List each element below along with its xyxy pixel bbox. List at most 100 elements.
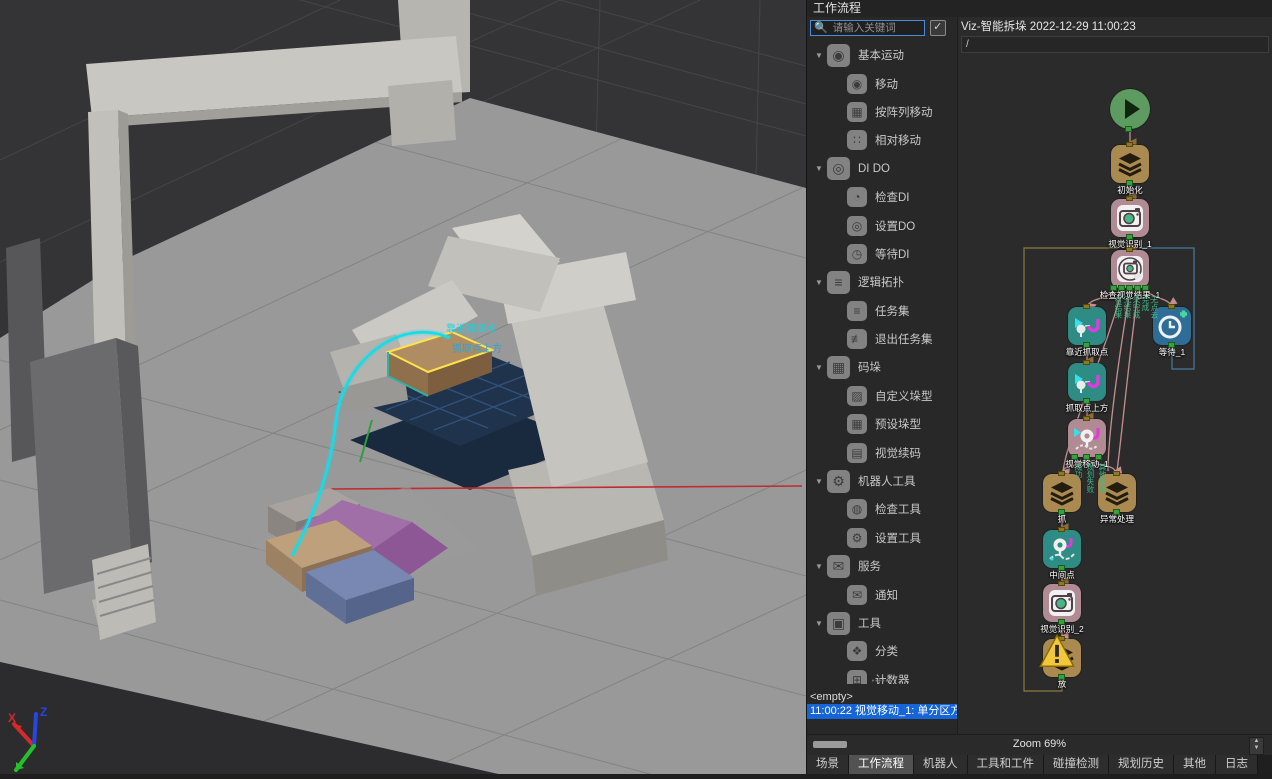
input-port[interactable]	[1126, 247, 1133, 252]
layers-icon: ≡	[847, 301, 867, 321]
tree-item-设置工具[interactable]: ⚙设置工具	[807, 524, 951, 552]
tree-item-预设垛型[interactable]: ▦ 预设垛型	[807, 410, 951, 438]
preset-pallet-icon: ▦	[847, 414, 867, 434]
flow-node-start[interactable]	[1110, 89, 1150, 129]
tree-item-检查DI[interactable]: ◔检查DI	[807, 183, 951, 211]
pin-grid-icon: ▦	[847, 102, 867, 122]
tab-日志[interactable]: 日志	[1216, 755, 1258, 774]
flow-editor[interactable]: Viz-智能拆垛 2022-12-29 11:00:23 /	[957, 17, 1272, 735]
tree-item-label: 通知	[875, 587, 898, 603]
tree-item-码垛[interactable]: ▼▦码垛	[807, 353, 951, 381]
edge-label: 成功	[1074, 463, 1083, 478]
tab-工作流程[interactable]: 工作流程	[849, 755, 914, 774]
flow-node-label: 等待_1	[1112, 346, 1232, 358]
collapse-arrow-icon[interactable]: ▼	[815, 278, 827, 287]
tree-item-检查工具[interactable]: ◍ 检查工具	[807, 495, 951, 523]
input-port[interactable]	[1126, 196, 1133, 201]
flow-node-初始化[interactable]: 初始化	[1111, 145, 1149, 183]
search-icon: 🔍	[814, 23, 828, 34]
tree-item-label: 基本运动	[858, 47, 904, 63]
tree-item-移动[interactable]: ◉移动	[807, 69, 951, 97]
tab-场景[interactable]: 场景	[807, 755, 849, 774]
zoom-label: Zoom 69%	[807, 738, 1272, 750]
flow-node-抓取点上方[interactable]: 抓取点上方	[1068, 363, 1106, 401]
workflow-tree: ▼◉基本运动◉移动▦按阵列移动∷相对移动▼◎DI DO◔检查DI◎设置DO◷等待…	[807, 41, 951, 684]
axis-x-label: X	[8, 711, 16, 725]
panel-splitter[interactable]: ••••••	[807, 680, 957, 686]
tab-其他[interactable]: 其他	[1174, 755, 1216, 774]
tree-item-逻辑拓扑[interactable]: ▼≡逻辑拓扑	[807, 268, 951, 296]
zoom-spinner[interactable]: ▲ ▼	[1249, 737, 1264, 755]
flow-node-检查视觉结果_1[interactable]: 检查视觉结果_1	[1111, 250, 1149, 288]
tab-工具和工件[interactable]: 工具和工件	[968, 755, 1045, 774]
tree-item-label: 机器人工具	[858, 473, 916, 489]
input-port[interactable]	[1083, 360, 1090, 365]
flow-node-中间点[interactable]: 中间点	[1043, 530, 1081, 568]
tool-check-icon: ◍	[847, 499, 867, 519]
tree-item-退出任务集[interactable]: ≢退出任务集	[807, 325, 951, 353]
tree-item-通知[interactable]: ✉通知	[807, 580, 951, 608]
output-port[interactable]	[1125, 126, 1132, 132]
tree-item-label: 设置DO	[875, 218, 915, 234]
input-port[interactable]	[1168, 304, 1175, 309]
flow-canvas[interactable]: 初始化视觉识别_1检查视觉结果_1靠近抓取点等待_1抓取点上方视觉移动_1抓异常…	[958, 17, 1272, 735]
pin-icon: ◉	[827, 44, 850, 67]
tree-item-label: 分类	[875, 643, 898, 659]
tree-item-服务[interactable]: ▼✉ 服务	[807, 552, 951, 580]
input-port[interactable]	[1058, 527, 1065, 532]
input-port[interactable]	[1083, 416, 1090, 421]
tab-规划历史[interactable]: 规划历史	[1109, 755, 1174, 774]
collapse-arrow-icon[interactable]: ▼	[815, 164, 827, 173]
input-port[interactable]	[1058, 581, 1065, 586]
tab-碰撞检测[interactable]: 碰撞检测	[1044, 755, 1109, 774]
collapse-arrow-icon[interactable]: ▼	[815, 477, 827, 486]
tree-item-视觉续码[interactable]: ▤视觉续码	[807, 438, 951, 466]
tree-item-label: 工具	[858, 615, 881, 631]
tree-item-相对移动[interactable]: ∷相对移动	[807, 126, 951, 154]
tab-机器人[interactable]: 机器人	[914, 755, 968, 774]
tree-item-工具[interactable]: ▼▣工具	[807, 609, 951, 637]
tree-item-设置DO[interactable]: ◎设置DO	[807, 211, 951, 239]
panel-title: 工作流程	[807, 0, 1272, 18]
search-box[interactable]: 🔍	[810, 20, 925, 36]
tree-item-基本运动[interactable]: ▼◉ 基本运动	[807, 41, 951, 69]
input-port[interactable]	[1058, 471, 1065, 476]
3d-viewport[interactable]: 靠近抓取点 抓取点上方 X Z	[0, 0, 806, 774]
collapse-arrow-icon[interactable]: ▼	[815, 562, 827, 571]
collapse-arrow-icon[interactable]: ▼	[815, 51, 827, 60]
flow-node-视觉识别_1[interactable]: 视觉识别_1	[1111, 199, 1149, 237]
flow-node-靠近抓取点[interactable]: 靠近抓取点	[1068, 307, 1106, 345]
tree-item-label: 服务	[858, 558, 881, 574]
input-port[interactable]	[1083, 304, 1090, 309]
tree-item-任务集[interactable]: ≡任务集	[807, 297, 951, 325]
input-port[interactable]	[1113, 471, 1120, 476]
tree-item-分类[interactable]: ❖分类	[807, 637, 951, 665]
service-icon: ✉	[827, 555, 850, 578]
pin-icon: ◉	[847, 74, 867, 94]
collapse-arrow-icon[interactable]: ▼	[815, 363, 827, 372]
3d-scene: 靠近抓取点 抓取点上方 X Z	[0, 0, 806, 774]
workflow-panel: 工作流程 🔍 ✓ ▼◉基本运动◉移动▦按阵列移动∷相对移动▼◎DI DO◔检查D…	[806, 0, 1272, 774]
tree-item-等待DI[interactable]: ◷等待DI	[807, 240, 951, 268]
pin-pair-icon: ∷	[847, 130, 867, 150]
collapse-arrow-icon[interactable]: ▼	[815, 619, 827, 628]
search-filter-checkbox[interactable]: ✓	[930, 20, 946, 36]
tree-item-机器人工具[interactable]: ▼⚙机器人工具	[807, 467, 951, 495]
tree-item-label: 预设垛型	[875, 416, 921, 432]
tree-item-DI DO[interactable]: ▼◎DI DO	[807, 155, 951, 183]
flow-node-抓[interactable]: 抓	[1043, 474, 1081, 512]
flow-node-视觉识别_2[interactable]: 视觉识别_2	[1043, 584, 1081, 622]
search-input[interactable]	[831, 21, 921, 35]
edge-label: 无结果	[1123, 296, 1132, 319]
tree-item-label: DI DO	[858, 163, 890, 175]
tree-item-按阵列移动[interactable]: ▦按阵列移动	[807, 98, 951, 126]
spin-down-icon[interactable]: ▼	[1250, 745, 1263, 752]
input-port[interactable]	[1126, 142, 1133, 147]
tree-item-label: 退出任务集	[875, 331, 933, 347]
spin-up-icon[interactable]: ▲	[1250, 738, 1263, 745]
tree-item-label: 检查工具	[875, 501, 921, 517]
flow-node-放[interactable]: 放	[1043, 639, 1081, 677]
log-entry[interactable]: 11:00:22 视觉移动_1: 单分区方形	[807, 704, 957, 719]
flow-node-视觉移动_1[interactable]: 视觉移动_1	[1068, 419, 1106, 457]
tree-item-自定义垛型[interactable]: ▨自定义垛型	[807, 382, 951, 410]
